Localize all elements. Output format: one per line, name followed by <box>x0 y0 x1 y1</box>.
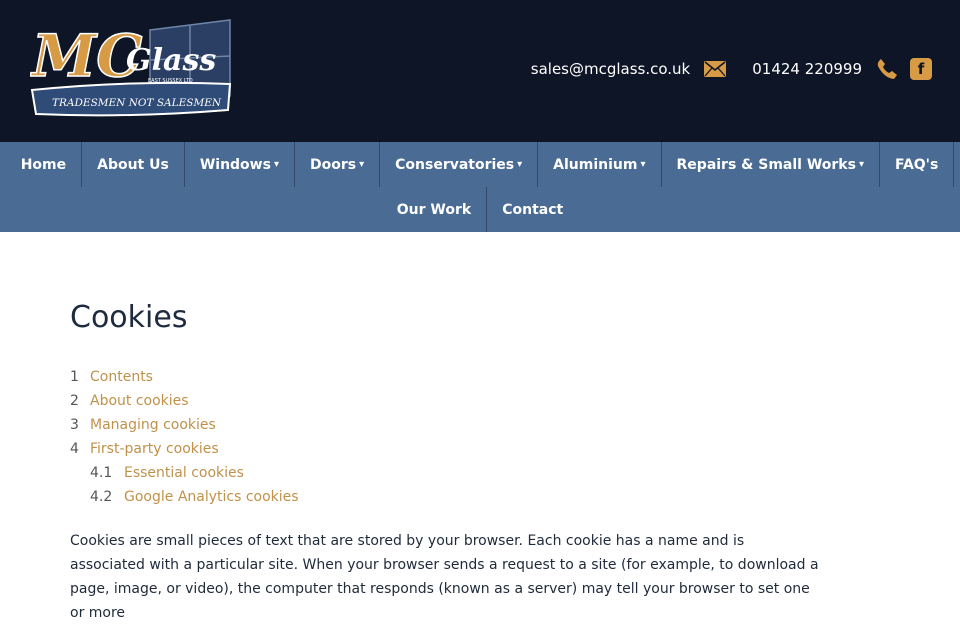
nav-item-repairs-small-works[interactable]: Repairs & Small Works ▾ <box>662 142 880 187</box>
main-content: Cookies 1 Contents 2 About cookies 3 Managing… <box>0 232 960 625</box>
toc-item: 4.2 Google Analytics cookies <box>70 485 890 509</box>
nav-row-primary: Home About Us Windows ▾ Doors ▾ Conservatories… <box>0 142 960 187</box>
phone-link[interactable]: 01424 220999 <box>752 60 862 78</box>
main-navigation: Home About Us Windows ▾ Doors ▾ Conservatories… <box>0 142 960 232</box>
toc-item: 4 First-party cookies <box>70 437 890 461</box>
svg-text:TRADESMEN NOT SALESMEN: TRADESMEN NOT SALESMEN <box>52 97 222 109</box>
facebook-icon[interactable]: f <box>910 58 932 80</box>
nav-item-aluminium[interactable]: Aluminium ▾ <box>538 142 662 187</box>
nav-item-label: Contact <box>502 201 564 218</box>
toc-link[interactable]: First-party cookies <box>90 441 219 457</box>
svg-text:Glass: Glass <box>126 43 216 78</box>
chevron-down-icon: ▾ <box>640 159 646 170</box>
chevron-down-icon: ▾ <box>359 159 365 170</box>
intro-paragraph: Cookies are small pieces of text that ar… <box>70 533 819 621</box>
chevron-down-icon: ▾ <box>858 159 864 170</box>
nav-item-label: Conservatories <box>395 156 515 173</box>
toc-number: 4.1 <box>90 465 113 481</box>
nav-item-label: Doors <box>309 156 357 173</box>
toc-link[interactable]: About cookies <box>90 393 189 409</box>
mcglass-logo[interactable]: MC Glass EAST SUSSEX LTD TRADESMEN NOT S… <box>30 18 235 124</box>
envelope-icon[interactable] <box>704 61 727 77</box>
site-header: MC Glass EAST SUSSEX LTD TRADESMEN NOT S… <box>0 0 960 142</box>
nav-item-label: Repairs & Small Works <box>676 156 856 173</box>
page-title: Cookies <box>70 300 188 335</box>
toc-number: 4 <box>70 441 79 457</box>
chevron-down-icon: ▾ <box>273 159 279 170</box>
email-link[interactable]: sales@mcglass.co.uk <box>531 60 690 78</box>
toc-item: 2 About cookies <box>70 389 890 413</box>
toc-link[interactable]: Google Analytics cookies <box>124 489 299 505</box>
nav-item-label: FAQ's <box>894 156 939 173</box>
toc-number: 3 <box>70 417 79 433</box>
nav-item-label: About Us <box>97 156 169 173</box>
nav-item-label: Home <box>20 156 67 173</box>
toc-link[interactable]: Contents <box>90 369 153 385</box>
toc-number: 4.2 <box>90 489 113 505</box>
chevron-down-icon: ▾ <box>517 159 523 170</box>
phone-icon[interactable] <box>876 58 898 80</box>
nav-item-label: Windows <box>199 156 271 173</box>
nav-item-label: Aluminium <box>553 156 638 173</box>
nav-item-conservatories[interactable]: Conservatories ▾ <box>380 142 539 187</box>
nav-item-about-us[interactable]: About Us <box>82 142 185 187</box>
table-of-contents: 1 Contents 2 About cookies 3 Managing cookies… <box>70 365 890 509</box>
nav-item-contact[interactable]: Contact <box>487 187 578 232</box>
nav-item-doors[interactable]: Doors ▾ <box>295 142 381 187</box>
nav-item-faq-s[interactable]: FAQ's <box>880 142 955 187</box>
nav-item-windows[interactable]: Windows ▾ <box>185 142 295 187</box>
nav-row-secondary: Our Work Contact <box>0 187 960 232</box>
toc-number: 2 <box>70 393 79 409</box>
header-contact: sales@mcglass.co.uk 01424 220999 f <box>531 58 932 80</box>
nav-item-label: Our Work <box>396 201 472 218</box>
toc-item: 3 Managing cookies <box>70 413 890 437</box>
toc-item: 1 Contents <box>70 365 890 389</box>
toc-link[interactable]: Essential cookies <box>124 465 244 481</box>
nav-item-our-work[interactable]: Our Work <box>382 187 488 232</box>
toc-link[interactable]: Managing cookies <box>90 417 216 433</box>
nav-item-home[interactable]: Home <box>6 142 83 187</box>
toc-number: 1 <box>70 369 79 385</box>
toc-item: 4.1 Essential cookies <box>70 461 890 485</box>
